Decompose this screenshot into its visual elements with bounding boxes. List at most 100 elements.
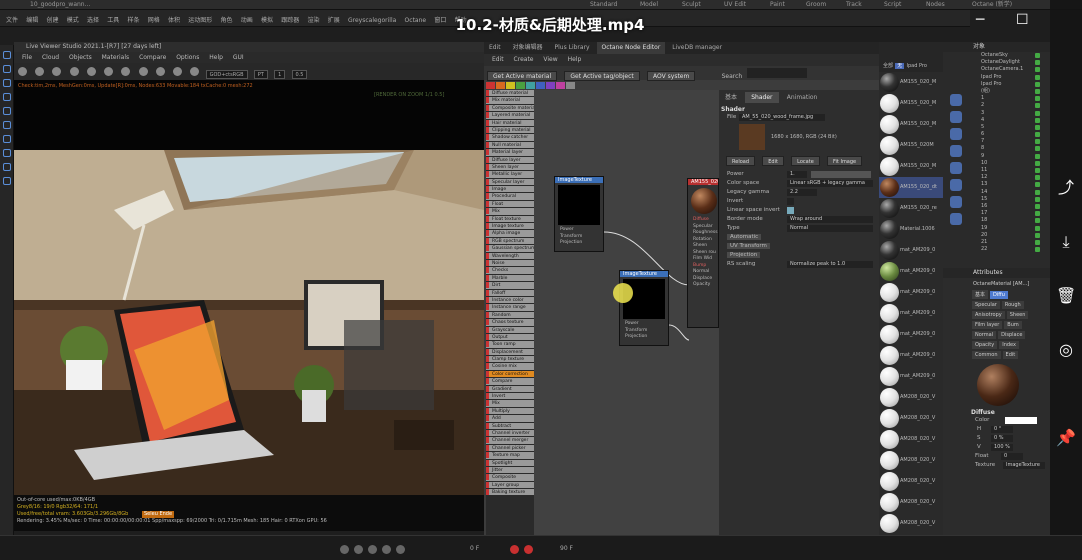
node-list-item[interactable]: Texture map — [486, 452, 534, 460]
material-item[interactable]: AM155_020_re — [879, 198, 943, 219]
menu-file[interactable]: 文件 — [6, 15, 18, 24]
tab-basic[interactable]: 基本 — [719, 90, 743, 103]
fit-image-button[interactable]: Fit Image — [827, 156, 863, 166]
node-list-item[interactable]: Instance color — [486, 296, 534, 305]
node-list-item[interactable]: Layered material — [486, 112, 534, 120]
menu-render[interactable]: 渲染 — [308, 15, 320, 24]
download-icon[interactable]: ⤓ — [1056, 232, 1076, 252]
material-pick-icon[interactable] — [138, 67, 148, 76]
cat-pb[interactable] — [526, 82, 535, 89]
tab-shader[interactable]: Shader — [745, 92, 779, 103]
float-field[interactable]: 0 — [1001, 453, 1023, 460]
material-item[interactable]: mat_AM209_0 — [879, 324, 943, 345]
pin-projection[interactable]: Projection — [555, 240, 603, 247]
cat-map[interactable] — [516, 82, 525, 89]
attr-tab-displacement[interactable]: Displace — [998, 331, 1026, 339]
node-list-item[interactable]: Layer group — [486, 481, 534, 490]
visibility-icon[interactable] — [1035, 53, 1040, 58]
node-list-item[interactable]: Float — [486, 200, 534, 209]
cat-mat[interactable] — [486, 82, 495, 89]
kernel-select[interactable]: PT — [253, 70, 268, 79]
node-list-item[interactable]: Mix material — [486, 97, 534, 105]
layout-tab-model[interactable]: Model — [640, 1, 658, 9]
layout-tab-uv-edit[interactable]: UV Edit — [724, 1, 746, 9]
material-item[interactable]: AM208_020_V — [879, 450, 943, 471]
menu-mode[interactable]: 模式 — [67, 15, 79, 24]
pause-render-icon[interactable] — [52, 67, 62, 76]
palette-icon-2[interactable] — [950, 111, 962, 123]
v-field[interactable]: 100 % — [991, 444, 1013, 451]
cat-gen[interactable] — [506, 82, 515, 89]
node-list-item[interactable]: Composite material — [486, 104, 534, 113]
attr-tab-normal[interactable]: Normal — [972, 331, 997, 339]
visibility-icon[interactable] — [1035, 117, 1040, 123]
node-list-item[interactable]: Mix — [486, 400, 534, 408]
menu-animate[interactable]: 动画 — [241, 15, 253, 24]
image-texture-node-2[interactable]: ImageTexture Power Transform Projection — [619, 270, 669, 346]
palette-icon-3[interactable] — [950, 128, 962, 140]
menu-simulate[interactable]: 模拟 — [261, 15, 273, 24]
node-list-item[interactable]: Gaussian spectrum — [486, 245, 534, 253]
layout-tab-groom[interactable]: Groom — [806, 1, 826, 9]
share-icon[interactable]: ⤴ — [1056, 178, 1076, 198]
menu-tools[interactable]: 工具 — [107, 15, 119, 24]
node-list-item[interactable]: Gradient — [486, 385, 534, 394]
node-list-item[interactable]: Marble — [486, 274, 534, 283]
menu-select[interactable]: 选择 — [87, 15, 99, 24]
invert-checkbox[interactable] — [787, 198, 794, 205]
attr-tab-basic[interactable]: 基本 — [972, 290, 989, 299]
material-item[interactable]: AM155_020_M — [879, 156, 943, 177]
menu-edit[interactable]: 编辑 — [26, 15, 38, 24]
lv-menu-help[interactable]: Help — [209, 54, 223, 61]
node-list-item[interactable]: Random — [486, 311, 534, 320]
node-list-item[interactable]: Compare — [486, 378, 534, 386]
material-item[interactable]: AM155_020_dt — [879, 177, 943, 198]
node-list-item[interactable]: Channel picker — [486, 444, 534, 453]
first-frame-icon[interactable] — [340, 545, 349, 554]
menu-extensions[interactable]: 扩展 — [328, 15, 340, 24]
menu-volume[interactable]: 体积 — [168, 15, 180, 24]
material-item[interactable]: AM208_020_V — [879, 513, 943, 534]
color-mode-select[interactable]: GOD+ctsRGB — [205, 70, 248, 79]
node-canvas[interactable]: ImageTexture Power Transform Projection … — [534, 90, 719, 535]
visibility-icon[interactable] — [1035, 132, 1040, 138]
legacy-gamma-field[interactable]: 2.2 — [787, 189, 817, 196]
zoom-field[interactable]: 0.5 — [291, 70, 308, 79]
attr-tab-common[interactable]: Common — [972, 351, 1001, 359]
visibility-icon[interactable] — [1035, 175, 1040, 181]
node-list-item[interactable]: Checks — [486, 267, 534, 275]
node-list-item[interactable]: Cosine mix — [486, 363, 534, 371]
material-item[interactable]: AM208_020_V — [879, 429, 943, 450]
filter-all[interactable]: 全部 — [883, 63, 893, 69]
layout-tab-nodes[interactable]: Nodes — [926, 1, 945, 9]
layout-tab-octane[interactable]: Octane (新学) — [972, 1, 1012, 9]
attr-tab-opacity[interactable]: Opacity — [972, 341, 998, 349]
node-list-item[interactable]: Clipping material — [486, 126, 534, 135]
delete-icon[interactable]: 🗑 — [1056, 286, 1076, 306]
attr-tab-diffuse[interactable]: Diffu — [990, 291, 1008, 299]
tab-plus-library[interactable]: Plus Library — [549, 42, 594, 54]
lv-menu-compare[interactable]: Compare — [139, 54, 166, 61]
node-list-item[interactable]: Spotlight — [486, 459, 534, 467]
lv-menu-file[interactable]: File — [22, 54, 32, 61]
node-list-item[interactable]: Toon ramp — [486, 341, 534, 349]
node-list-item[interactable]: Composite — [486, 474, 534, 482]
node-list-item[interactable]: Image texture — [486, 223, 534, 231]
palette-icon-7[interactable] — [950, 196, 962, 208]
node-list-item[interactable]: Material layer — [486, 149, 534, 157]
cat-tex[interactable] — [496, 82, 505, 89]
polygon-tool-icon[interactable] — [3, 107, 11, 115]
uv-transform-button[interactable]: UV Transform — [727, 243, 770, 249]
power-field[interactable]: 1. — [787, 171, 807, 178]
tab-octane-node-editor[interactable]: Octane Node Editor — [596, 42, 666, 54]
node-list-item[interactable]: Image — [486, 186, 534, 194]
attr-tab-roughness[interactable]: Rough — [1001, 301, 1024, 309]
attr-tab-film-layer[interactable]: Film layer — [972, 321, 1003, 329]
visibility-icon[interactable] — [1035, 67, 1040, 73]
attr-tab-bump[interactable]: Bum — [1004, 321, 1022, 329]
visibility-icon[interactable] — [1035, 182, 1040, 188]
color-swatch[interactable] — [1005, 417, 1037, 424]
visibility-icon[interactable] — [1035, 232, 1040, 238]
menu-greyscalegorilla[interactable]: Greyscalegorilla — [348, 17, 396, 24]
menu-create[interactable]: 创建 — [47, 15, 59, 24]
